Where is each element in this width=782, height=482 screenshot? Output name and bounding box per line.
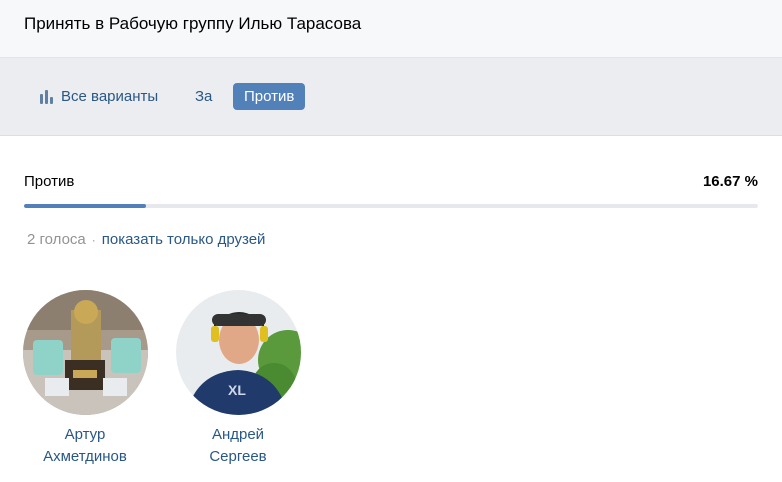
option-percent: 16.67 %: [702, 173, 758, 190]
voter-card[interactable]: XL Андрей Сергеев: [175, 290, 301, 468]
tab-for-label: За: [195, 88, 213, 105]
bar-chart-icon: [40, 89, 53, 104]
avatar[interactable]: XL: [175, 290, 301, 415]
vote-count: 2 голоса: [27, 231, 86, 248]
voter-card[interactable]: Артур Ахметдинов: [22, 290, 148, 468]
tab-all-options[interactable]: Все варианты: [40, 83, 158, 110]
voter-first-name: Андрей: [211, 426, 265, 443]
avatar[interactable]: [22, 290, 148, 415]
voter-first-name: Артур: [64, 426, 106, 443]
voter-name[interactable]: Артур Ахметдинов: [22, 424, 148, 468]
percent-bar-fill: [24, 204, 147, 208]
voter-last-name: Ахметдинов: [43, 448, 127, 465]
tab-against-label: Против: [244, 88, 295, 105]
show-friends-link[interactable]: показать только друзей: [102, 231, 266, 248]
votes-line: 2 голоса · показать только друзей: [27, 231, 265, 248]
tab-for[interactable]: За: [195, 83, 212, 110]
poll-title: Принять в Рабочую группу Илью Тарасова: [24, 14, 362, 33]
voter-last-name: Сергеев: [209, 448, 267, 465]
filter-tabs: Все варианты За Против: [0, 58, 782, 136]
svg-text:XL: XL: [228, 382, 246, 398]
poll-header: Принять в Рабочую группу Илью Тарасова: [0, 0, 782, 58]
tab-all-options-label: Все варианты: [61, 88, 159, 105]
tab-against[interactable]: Против: [233, 83, 306, 110]
separator-dot: ·: [91, 233, 96, 247]
voter-name[interactable]: Андрей Сергеев: [175, 424, 301, 468]
percent-bar: [24, 204, 758, 208]
option-label: Против: [24, 173, 75, 190]
